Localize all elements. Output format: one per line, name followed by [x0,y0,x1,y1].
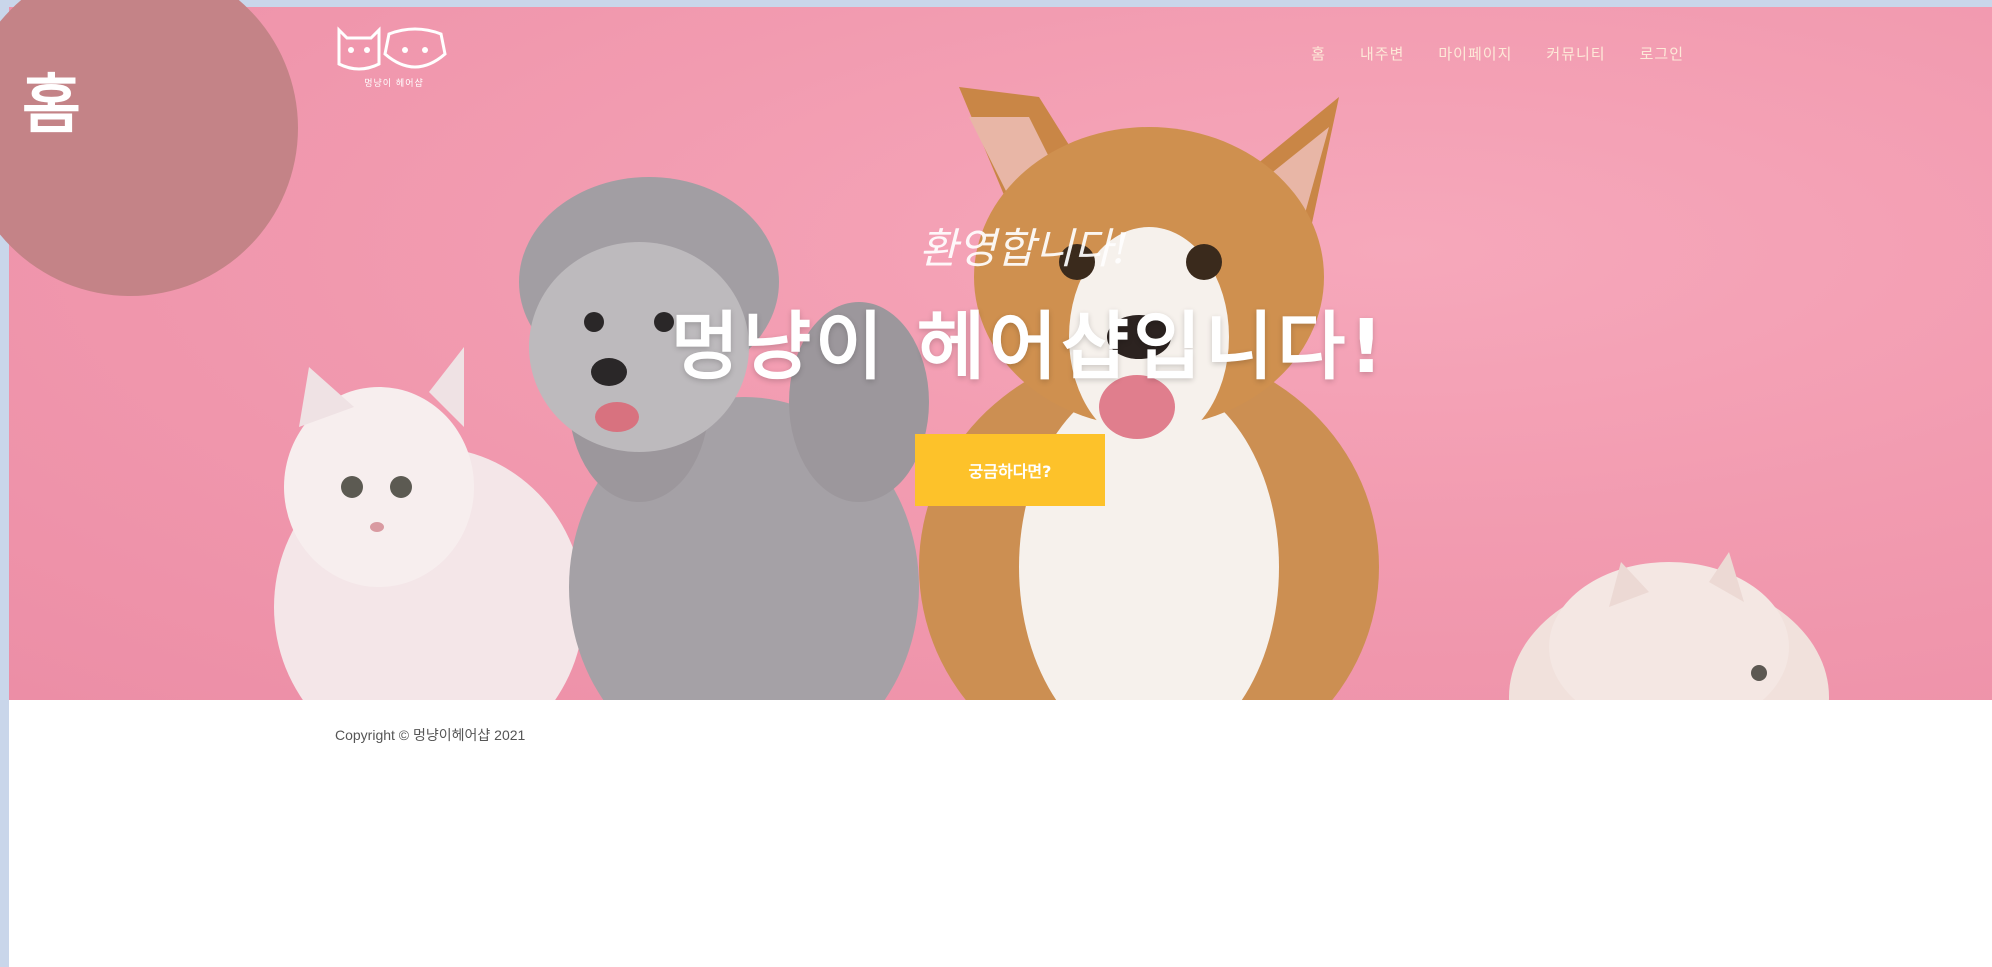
footer-copyright: Copyright © 멍냥이헤어샵 2021 [335,727,526,743]
nav-item-login[interactable]: 로그인 [1640,43,1684,64]
nav-item-home[interactable]: 홈 [1311,43,1326,64]
cream-cat-illustration [1509,552,1829,700]
nav-item-mypage[interactable]: 마이페이지 [1438,43,1512,64]
nav-item-nearby[interactable]: 내주변 [1360,43,1404,64]
hero-section: 멍냥이 헤어샵 홈 내주변 마이페이지 커뮤니티 로그인 환영합니다! 멍냥이 … [9,7,1992,700]
cat-dog-logo-icon [337,26,447,71]
home-badge-label: 홈 [22,69,81,143]
logo-caption: 멍냥이 헤어샵 [364,79,424,89]
white-cat-illustration [274,347,584,700]
curious-cta-button[interactable]: 궁금하다면? [915,434,1105,506]
hero-title: 멍냥이 헤어샵입니다! [670,304,1388,390]
hero-subtitle: 환영합니다! [918,224,1130,273]
brand-logo[interactable]: 멍냥이 헤어샵 [335,24,453,94]
nav-item-community[interactable]: 커뮤니티 [1546,43,1605,64]
main-nav: 홈 내주변 마이페이지 커뮤니티 로그인 [1277,43,1684,64]
browser-viewport: 멍냥이 헤어샵 홈 내주변 마이페이지 커뮤니티 로그인 환영합니다! 멍냥이 … [9,7,1992,967]
